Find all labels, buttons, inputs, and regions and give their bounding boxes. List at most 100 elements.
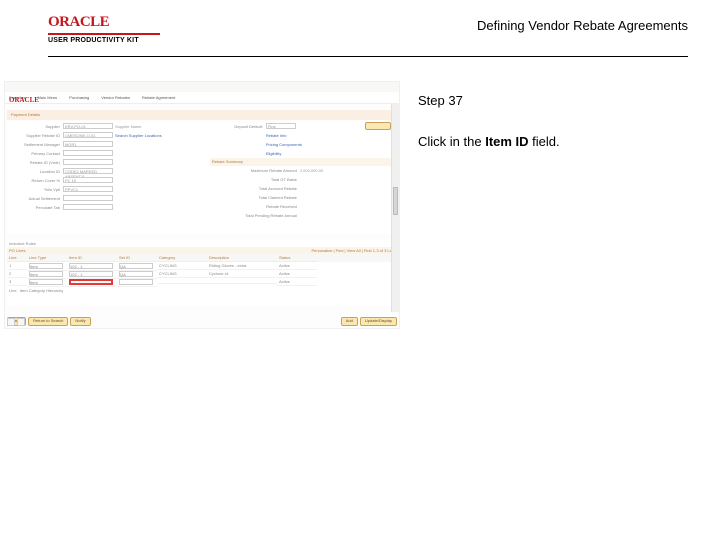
text-input[interactable] [119, 279, 153, 285]
table-row: 3Item Active [7, 278, 397, 286]
text-input[interactable]: MGR1 [63, 141, 113, 147]
subheader: Rebate Summary [210, 158, 397, 166]
field-text: Supplier Name [115, 124, 194, 129]
brand-logo: ORACLE USER PRODUCTIVITY KIT [48, 14, 160, 44]
text-input[interactable]: First [266, 123, 296, 129]
field-label: Deposit Default: [210, 124, 266, 129]
text-input[interactable] [63, 150, 113, 156]
grid-nav[interactable]: Personalize | Find | View All | First 1-… [311, 248, 395, 253]
text-input[interactable]: PC 10 [63, 177, 113, 183]
instruction-text: Click in the Item ID field. [418, 134, 700, 149]
cell: Riding Gloves - extra [207, 262, 277, 270]
cell: Active [277, 270, 317, 278]
text-input[interactable]: Item [29, 263, 63, 269]
grid-footnote-cat: Item Category Hierarchy [20, 288, 63, 293]
breadcrumb: FavoritesMain MenuPurchasingVendor Rebat… [5, 92, 399, 104]
field-label: Settlement Manager [7, 142, 63, 147]
form-row: SupplierERV-PO-01Supplier Name [7, 122, 194, 130]
section-header: Payment Details [7, 110, 397, 120]
breadcrumb-item[interactable]: Rebate Agreement [142, 95, 175, 100]
link[interactable]: Search Supplier Locations [115, 133, 194, 138]
cell: 1 [7, 262, 27, 270]
field-label: Primary Contact [7, 151, 63, 156]
column-header[interactable]: Line [7, 254, 27, 262]
cell: Active [277, 278, 317, 286]
app-brand: ORACLE [9, 96, 39, 104]
item-id-input[interactable]: 102 - 1 [69, 271, 113, 277]
text-input[interactable]: Item [29, 271, 63, 277]
item-id-input[interactable] [69, 279, 113, 285]
deposit-button[interactable] [365, 122, 391, 130]
instruction-prefix: Click in the [418, 134, 485, 149]
field-label: Rebate ID (Vndr) [7, 160, 63, 165]
field-label: Supplier Rebate ID [7, 133, 63, 138]
cell [157, 281, 207, 284]
breadcrumb-item[interactable]: Purchasing [69, 95, 89, 100]
text-input[interactable] [63, 195, 113, 201]
grid-tab[interactable]: Inclusive Rules [7, 240, 397, 247]
items-grid: Inclusive Rules PO Lines Personalize | F… [7, 240, 397, 306]
instruction-field-name: Item ID [485, 134, 528, 149]
link[interactable]: Rebate Info [266, 133, 397, 138]
column-header[interactable]: Category [157, 254, 207, 262]
update/display-button[interactable]: Update/Display [360, 317, 397, 326]
brand-divider [48, 33, 160, 35]
cell: Cyclone x1 [207, 270, 277, 278]
text-input[interactable]: Item [29, 279, 63, 285]
text-input[interactable]: CODE2 MARKED ABSENT F [63, 168, 113, 174]
action-bar: SaveReturn to SearchNotify AddUpdate/Dis… [7, 310, 397, 326]
text-input[interactable]: CMESONE-O-01 [63, 132, 113, 138]
add-button[interactable]: Add [341, 317, 358, 326]
step-label: Step 37 [418, 93, 700, 108]
link[interactable]: Pricing Components [266, 142, 397, 147]
text-input[interactable] [63, 159, 113, 165]
field-label: Maximum Rebate Amount [210, 168, 300, 173]
cell: 3 [7, 278, 27, 286]
doc-title: Defining Vendor Rebate Agreements [477, 18, 688, 33]
quick-icon[interactable] [17, 318, 25, 326]
text-input[interactable]: PPVC1 [63, 186, 113, 192]
form-row: Settlement ManagerMGR1 [7, 140, 194, 148]
field-label: Percolate Tab [7, 205, 63, 210]
field-label: Return Cover % [7, 178, 63, 183]
form-row: Return Cover %PC 10 [7, 176, 194, 184]
field-label: Actual Settlement [7, 196, 63, 201]
form-area: SupplierERV-PO-01Supplier NameSupplier R… [7, 122, 397, 234]
cell: 2 [7, 270, 27, 278]
column-header[interactable]: Description [207, 254, 277, 262]
cell [207, 281, 277, 284]
link[interactable]: Eligibility [266, 151, 397, 156]
field-label: *Min Vptl [7, 187, 63, 192]
form-row: Primary Contact [7, 149, 194, 157]
instruction-suffix: field. [529, 134, 560, 149]
window-chrome [5, 82, 399, 92]
notify-button[interactable]: Notify [70, 317, 90, 326]
quick-icon[interactable] [7, 318, 15, 326]
text-input[interactable]: ERV-PO-01 [63, 123, 113, 129]
form-row: Actual Settlement [7, 194, 194, 202]
grid-subtab[interactable]: PO Lines [9, 248, 25, 253]
form-row: Percolate Tab [7, 203, 194, 211]
quick-icons [7, 318, 25, 326]
product-name: USER PRODUCTIVITY KIT [48, 37, 160, 44]
form-row: *Min VptlPPVC1 [7, 185, 194, 193]
field-label: Rebate Received [210, 204, 300, 209]
field-label: Supplier [7, 124, 63, 129]
return-to-search-button[interactable]: Return to Search [28, 317, 68, 326]
text-input[interactable]: QA [119, 271, 153, 277]
grid-footnote-line: Line [9, 288, 17, 293]
scrollbar[interactable] [391, 104, 399, 312]
text-input[interactable]: QA [119, 263, 153, 269]
cell: Active [277, 262, 317, 270]
text-input[interactable] [63, 204, 113, 210]
field-label: Total GT Basis [210, 177, 300, 182]
field-label: Location ID [7, 169, 63, 174]
breadcrumb-item[interactable]: Main Menu [37, 95, 57, 100]
screenshot-thumbnail: FavoritesMain MenuPurchasingVendor Rebat… [4, 81, 400, 329]
breadcrumb-item[interactable]: Vendor Rebates [101, 95, 130, 100]
column-header[interactable]: Status [277, 254, 317, 262]
item-id-input[interactable]: 102 - 1 [69, 263, 113, 269]
cell: CYCLING [157, 262, 207, 270]
scrollbar-thumb[interactable] [393, 187, 398, 215]
form-row: Location IDCODE2 MARKED ABSENT F [7, 167, 194, 175]
